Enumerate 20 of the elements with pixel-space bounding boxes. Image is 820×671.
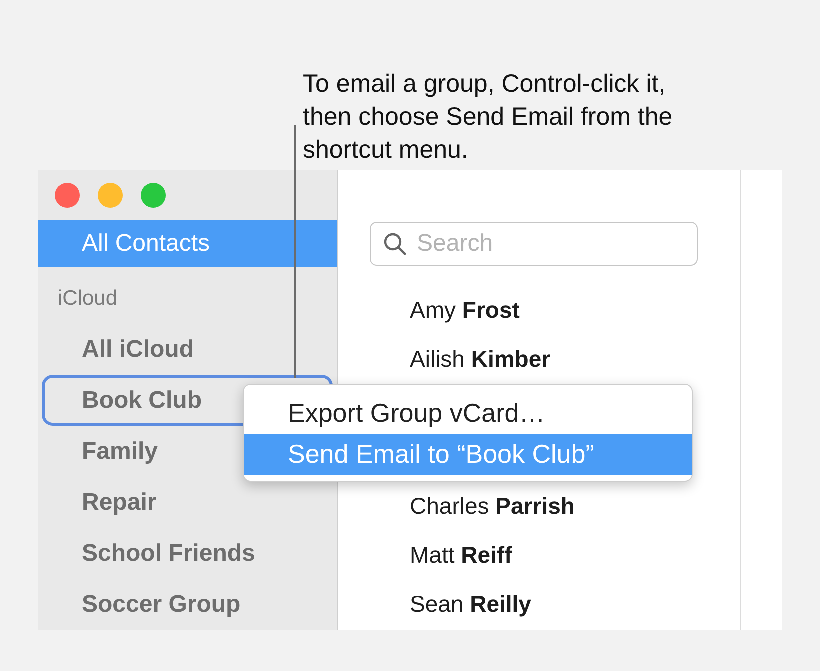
search-field[interactable]: Search <box>370 222 698 266</box>
minimize-button[interactable] <box>98 182 123 208</box>
sidebar-item[interactable]: Soccer Group <box>38 579 337 630</box>
search-icon <box>383 232 407 256</box>
zoom-button[interactable] <box>141 182 166 208</box>
menu-item[interactable]: Export Group vCard… <box>244 393 692 434</box>
callout-text: To email a group, Control-click it, then choose Send Email from the shortcut menu. <box>303 69 674 166</box>
close-button[interactable] <box>55 182 80 208</box>
contact-name[interactable]: Matt Reiff <box>410 542 512 569</box>
section-header: iCloud <box>57 286 119 312</box>
menu-item[interactable]: Send Email to “Book Club” <box>244 434 692 475</box>
contact-name[interactable]: Charles Parrish <box>410 493 575 520</box>
sidebar-item[interactable]: All iCloud <box>38 324 337 375</box>
contact-name[interactable]: Amy Frost <box>410 297 520 324</box>
contact-name[interactable]: Ailish Kimber <box>410 346 551 373</box>
sidebar-item[interactable]: School Friends <box>38 528 337 579</box>
contact-name[interactable]: Sean Reilly <box>410 591 532 618</box>
search-input[interactable]: Search <box>417 230 677 258</box>
sidebar-item[interactable]: Repair <box>38 477 337 528</box>
sidebar-item[interactable]: All Contacts <box>38 220 337 267</box>
